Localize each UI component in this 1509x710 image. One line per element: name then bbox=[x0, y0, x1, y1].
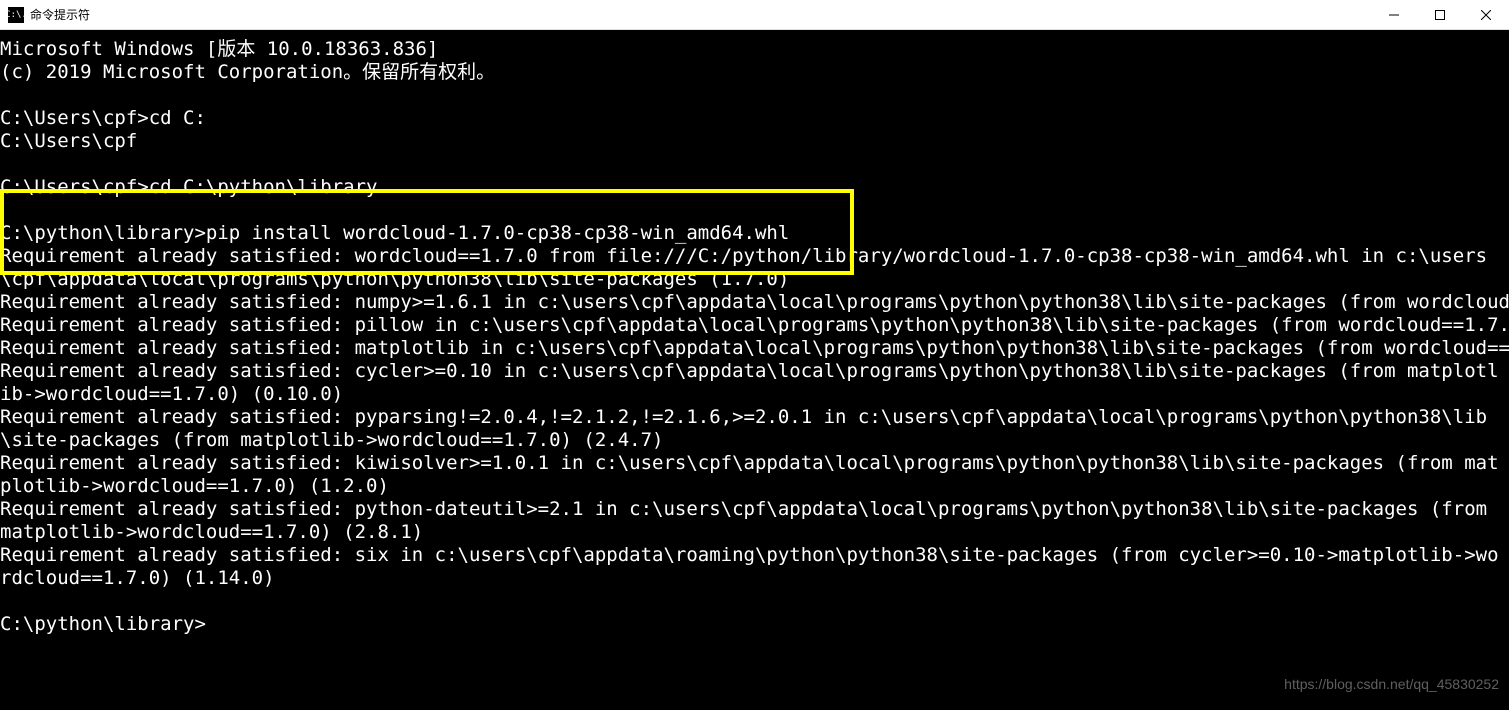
terminal-content: Microsoft Windows [版本 10.0.18363.836](c)… bbox=[0, 30, 1509, 636]
terminal-line: Requirement already satisfied: cycler>=0… bbox=[0, 360, 1509, 406]
terminal-line: C:\Users\cpf>cd C: bbox=[0, 107, 1509, 130]
terminal-line: Requirement already satisfied: python-da… bbox=[0, 498, 1509, 544]
terminal-line: C:\python\library>pip install wordcloud-… bbox=[0, 222, 1509, 245]
terminal-line bbox=[0, 84, 1509, 107]
terminal-line: Requirement already satisfied: wordcloud… bbox=[0, 245, 1509, 291]
terminal-line: C:\python\library> bbox=[0, 613, 1509, 636]
minimize-button[interactable] bbox=[1371, 0, 1417, 30]
terminal-line: (c) 2019 Microsoft Corporation。保留所有权利。 bbox=[0, 61, 1509, 84]
terminal-line bbox=[0, 199, 1509, 222]
terminal-line: Requirement already satisfied: numpy>=1.… bbox=[0, 291, 1509, 314]
terminal-line: Requirement already satisfied: pyparsing… bbox=[0, 406, 1509, 452]
terminal-area[interactable]: Microsoft Windows [版本 10.0.18363.836](c)… bbox=[0, 30, 1509, 710]
window-title: 命令提示符 bbox=[30, 6, 90, 23]
terminal-line: Requirement already satisfied: kiwisolve… bbox=[0, 452, 1509, 498]
terminal-line bbox=[0, 590, 1509, 613]
terminal-line: C:\Users\cpf bbox=[0, 130, 1509, 153]
terminal-line: Requirement already satisfied: pillow in… bbox=[0, 314, 1509, 337]
close-button[interactable] bbox=[1463, 0, 1509, 30]
terminal-line: Requirement already satisfied: matplotli… bbox=[0, 337, 1509, 360]
terminal-line: C:\Users\cpf>cd C:\python\library bbox=[0, 176, 1509, 199]
terminal-line bbox=[0, 153, 1509, 176]
terminal-line: Microsoft Windows [版本 10.0.18363.836] bbox=[0, 38, 1509, 61]
watermark-text: https://blog.csdn.net/qq_45830252 bbox=[1284, 673, 1499, 696]
terminal-line: Requirement already satisfied: six in c:… bbox=[0, 544, 1509, 590]
titlebar-left: C:\. 命令提示符 bbox=[8, 6, 90, 23]
maximize-button[interactable] bbox=[1417, 0, 1463, 30]
cmd-icon: C:\. bbox=[8, 7, 24, 23]
window-controls bbox=[1371, 0, 1509, 30]
window-titlebar: C:\. 命令提示符 bbox=[0, 0, 1509, 30]
